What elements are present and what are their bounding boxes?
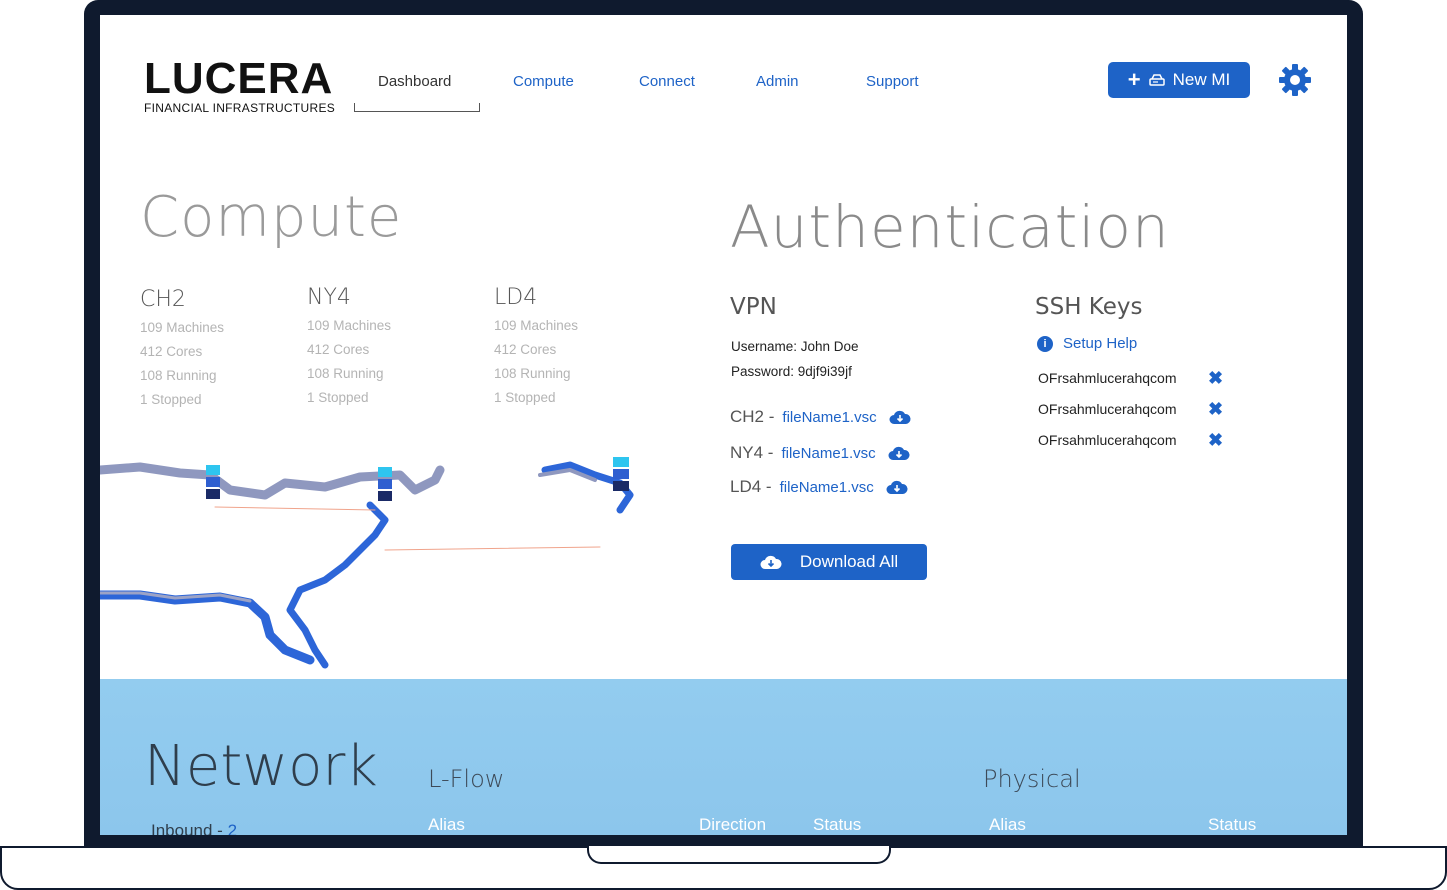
inbound-label: Inbound - (151, 821, 223, 835)
ssh-key-row: OFrsahmlucerahqcom ✖ (1038, 430, 1223, 450)
region-stopped: 1 Stopped (494, 390, 556, 405)
gear-icon[interactable] (1278, 63, 1312, 97)
cloud-download-icon (760, 555, 782, 569)
region-ld4[interactable]: LD4 109 Machines 412 Cores 108 Running 1… (494, 285, 578, 406)
physical-title: Physical (983, 765, 1081, 793)
region-name: NY4 (307, 285, 351, 310)
vpn-title: VPN (730, 294, 777, 320)
region-machines: 109 Machines (494, 318, 579, 333)
setup-help-label: Setup Help (1063, 335, 1138, 352)
vpn-file-row: LD4 - fileName1.vsc (730, 477, 908, 497)
nav-active-indicator (354, 103, 480, 112)
lflow-col-direction[interactable]: Direction (699, 815, 766, 835)
logo-tagline: FINANCIAL INFRASTRUCTURES (144, 101, 336, 115)
region-ny4[interactable]: NY4 109 Machines 412 Cores 108 Running 1… (307, 285, 391, 406)
region-machines: 109 Machines (140, 320, 225, 335)
region-name: CH2 (140, 287, 186, 312)
region-running: 108 Running (494, 366, 571, 381)
vpn-file-region: LD4 - (730, 477, 772, 496)
network-title: Network (144, 734, 378, 799)
compute-title: Compute (140, 185, 403, 250)
vpn-username: Username: John Doe (731, 339, 859, 354)
vpn-password: Password: 9djf9i39jf (731, 364, 852, 379)
vpn-file-region: NY4 - (730, 443, 774, 462)
nav-compute[interactable]: Compute (496, 73, 621, 90)
authentication-title: Authentication (730, 193, 1170, 261)
region-running: 108 Running (140, 368, 217, 383)
ssh-key-name: OFrsahmlucerahqcom (1038, 432, 1177, 448)
ssh-key-row: OFrsahmlucerahqcom ✖ (1038, 368, 1223, 388)
nav-connect[interactable]: Connect (621, 73, 738, 90)
lucera-logo[interactable]: LUCERA FINANCIAL INFRASTRUCTURES (144, 54, 336, 116)
ssh-key-name: OFrsahmlucerahqcom (1038, 370, 1177, 386)
lflow-title: L-Flow (428, 765, 505, 793)
vpn-file-link[interactable]: fileName1.vsc (782, 409, 876, 426)
region-cores: 412 Cores (494, 342, 557, 357)
nav-support[interactable]: Support (847, 73, 947, 90)
download-all-button[interactable]: Download All (731, 544, 927, 580)
region-ch2[interactable]: CH2 109 Machines 412 Cores 108 Running 1… (140, 287, 224, 408)
region-cores: 412 Cores (307, 342, 370, 357)
server-icon (1148, 74, 1165, 86)
new-mi-label: New MI (1172, 70, 1231, 89)
ssh-key-name: OFrsahmlucerahqcom (1038, 401, 1177, 417)
delete-icon[interactable]: ✖ (1208, 430, 1223, 451)
vpn-file-region: CH2 - (730, 407, 775, 426)
ssh-keys-title: SSH Keys (1035, 294, 1143, 320)
laptop-notch (587, 846, 891, 864)
cloud-download-icon[interactable] (886, 479, 908, 495)
nav-admin[interactable]: Admin (738, 73, 847, 90)
vpn-file-row: CH2 - fileName1.vsc (730, 407, 911, 427)
vpn-file-link[interactable]: fileName1.vsc (781, 445, 875, 462)
region-stopped: 1 Stopped (307, 390, 369, 405)
new-mi-button[interactable]: + New MI (1108, 62, 1250, 98)
main-nav: Dashboard Compute Connect Admin Support (354, 73, 947, 90)
region-running: 108 Running (307, 366, 384, 381)
delete-icon[interactable]: ✖ (1208, 368, 1223, 389)
physical-col-alias[interactable]: Alias (989, 815, 1026, 835)
region-machines: 109 Machines (307, 318, 392, 333)
network-section: Network Inbound - 2 L-Flow Alias Directi… (100, 679, 1347, 835)
region-name: LD4 (494, 285, 538, 310)
datacenter-map-illustration (100, 457, 634, 669)
region-stopped: 1 Stopped (140, 392, 202, 407)
cloud-download-icon[interactable] (888, 445, 910, 461)
logo-wordmark: LUCERA (144, 54, 334, 103)
lflow-col-alias[interactable]: Alias (428, 815, 465, 835)
physical-col-status[interactable]: Status (1208, 815, 1256, 835)
ssh-key-row: OFrsahmlucerahqcom ✖ (1038, 399, 1223, 419)
download-all-label: Download All (799, 552, 899, 571)
plus-icon: + (1127, 67, 1141, 92)
lflow-col-status[interactable]: Status (813, 815, 861, 835)
region-cores: 412 Cores (140, 344, 203, 359)
cloud-download-icon[interactable] (889, 409, 911, 425)
vpn-file-row: NY4 - fileName1.vsc (730, 443, 910, 463)
inbound-count: 2 (227, 821, 238, 835)
app-screen: LUCERA FINANCIAL INFRASTRUCTURES Dashboa… (100, 15, 1347, 835)
inbound-summary: Inbound - 2 (151, 821, 237, 835)
info-icon: i (1037, 335, 1053, 352)
nav-dashboard[interactable]: Dashboard (354, 73, 496, 90)
delete-icon[interactable]: ✖ (1208, 399, 1223, 420)
setup-help-link[interactable]: i Setup Help (1037, 335, 1137, 352)
vpn-file-link[interactable]: fileName1.vsc (780, 479, 874, 496)
